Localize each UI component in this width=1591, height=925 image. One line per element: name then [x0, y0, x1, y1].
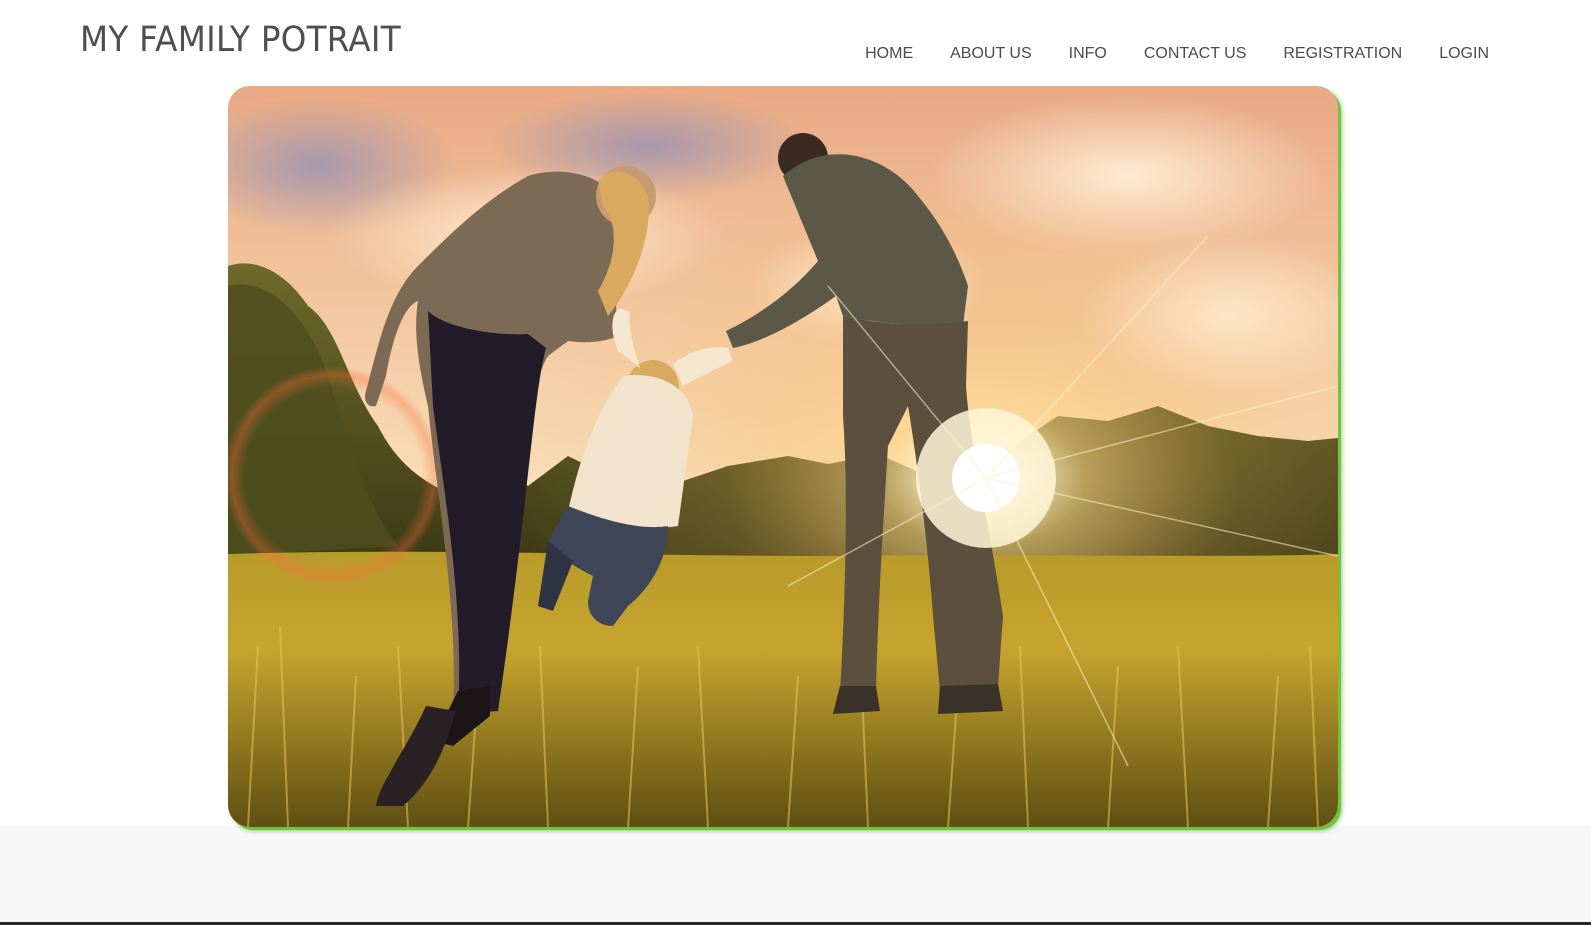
nav-info[interactable]: INFO [1069, 44, 1107, 64]
family-photo [228, 86, 1338, 827]
site-title[interactable]: MY FAMILY POTRAIT [80, 20, 401, 60]
nav-registration[interactable]: REGISTRATION [1283, 44, 1402, 64]
nav-home[interactable]: HOME [865, 44, 913, 64]
footer-band [0, 826, 1591, 925]
hero-image-frame [228, 86, 1338, 827]
nav-about-us[interactable]: ABOUT US [950, 44, 1032, 64]
main-nav: HOME ABOUT US INFO CONTACT US REGISTRATI… [865, 44, 1489, 64]
nav-login[interactable]: LOGIN [1439, 44, 1489, 64]
nav-contact-us[interactable]: CONTACT US [1144, 44, 1247, 64]
